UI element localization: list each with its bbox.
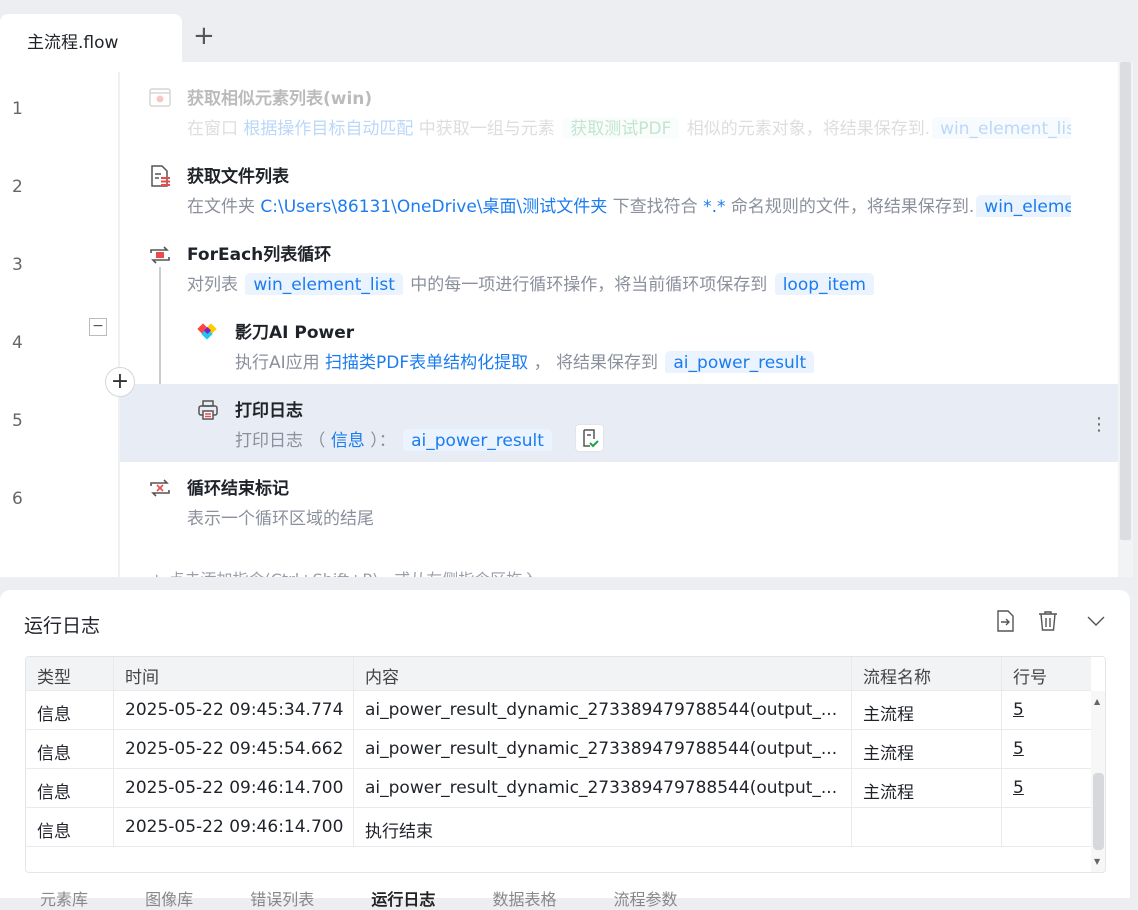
scroll-up-arrow-icon[interactable]: ▲	[1094, 697, 1100, 706]
tab-bar: 主流程.flow +	[0, 0, 1138, 62]
step-title: 循环结束标记	[187, 479, 289, 499]
cell-time: 2025-05-22 09:46:14.700	[114, 808, 354, 846]
tab-image-library[interactable]: 图像库	[145, 890, 193, 909]
trash-icon[interactable]	[1037, 610, 1059, 632]
window-element-icon	[149, 88, 171, 107]
step-row-selected[interactable]: 打印日志 打印日志 （ 信息 ）： ai_power_result	[120, 384, 1118, 462]
column-header: 行号	[1013, 668, 1047, 688]
editor-scrollbar-thumb[interactable]	[1120, 62, 1131, 540]
line-number: 2	[12, 177, 23, 197]
line-number: 1	[12, 99, 23, 119]
step-row[interactable]: 获取相似元素列表(win) 在窗口 根据操作目标自动匹配 中获取一组与元素 获取…	[120, 72, 1118, 150]
line-number: 4	[12, 333, 23, 353]
step-description: 表示一个循环区域的结尾	[187, 509, 374, 529]
step-title: 获取文件列表	[187, 167, 289, 187]
cell-flow	[852, 808, 1002, 846]
line-link[interactable]: 5	[1002, 730, 1091, 768]
table-row[interactable]: 信息 2025-05-22 09:45:34.774 ai_power_resu…	[26, 691, 1091, 730]
column-header: 类型	[26, 657, 114, 690]
file-list-icon	[151, 165, 170, 187]
step-description: 在窗口 根据操作目标自动匹配 中获取一组与元素 获取测试PDF 相似的元素对象，…	[187, 114, 1071, 139]
line-number: 5	[12, 411, 23, 431]
cell-type: 信息	[26, 730, 114, 768]
cell-time: 2025-05-22 09:46:14.700	[114, 769, 354, 807]
cell-content: ai_power_result_dynamic_273389479788544(…	[354, 769, 852, 807]
tab-element-library[interactable]: 元素库	[40, 890, 88, 909]
bottom-tabs: 元素库 图像库 错误列表 运行日志 数据表格 流程参数	[40, 886, 730, 910]
add-instruction-hint[interactable]: + 点击添加指令(Ctrl+Shift+P)，或从左侧指令区拖入	[150, 566, 538, 577]
step-title: 获取相似元素列表(win)	[187, 89, 373, 109]
cell-type: 信息	[26, 769, 114, 807]
table-header: 类型 时间 内容 流程名称 行号	[26, 657, 1091, 691]
loop-icon	[150, 246, 170, 264]
cell-flow: 主流程	[852, 769, 1002, 807]
plus-icon[interactable]: +	[193, 22, 215, 50]
cell-time: 2025-05-22 09:45:54.662	[114, 730, 354, 768]
cell-flow: 主流程	[852, 730, 1002, 768]
tab-main-flow[interactable]: 主流程.flow	[0, 14, 182, 62]
step-description: 打印日志 （ 信息 ）： ai_power_result	[235, 426, 1071, 451]
column-header: 内容	[354, 657, 852, 690]
step-description: 对列表 win_element_list 中的每一项进行循环操作，将当前循环项保…	[187, 270, 1071, 295]
line-link[interactable]: 5	[1002, 769, 1091, 807]
step-title: ForEach列表循环	[187, 245, 332, 265]
step-title: 影刀AI Power	[235, 323, 355, 343]
log-check-icon[interactable]	[575, 424, 604, 452]
tab-error-list[interactable]: 错误列表	[250, 890, 314, 909]
line-link[interactable]: 5	[1002, 691, 1091, 729]
step-row[interactable]: 获取文件列表 在文件夹 C:\Users\86131\OneDrive\桌面\测…	[120, 150, 1118, 228]
cell-flow: 主流程	[852, 691, 1002, 729]
cell-type: 信息	[26, 691, 114, 729]
cell-type: 信息	[26, 808, 114, 846]
collapse-toggle[interactable]: −	[89, 318, 107, 336]
chevron-down-icon[interactable]	[1086, 610, 1106, 632]
step-row[interactable]: 循环结束标记 表示一个循环区域的结尾	[120, 462, 1118, 540]
scroll-down-arrow-icon[interactable]: ▼	[1094, 857, 1100, 866]
page-scrollbar[interactable]	[1130, 577, 1138, 898]
panel-title: 运行日志	[24, 615, 101, 637]
export-icon[interactable]	[994, 610, 1016, 632]
ai-power-icon	[197, 323, 217, 340]
line-number: 6	[12, 489, 23, 509]
table-row[interactable]: 信息 2025-05-22 09:45:54.662 ai_power_resu…	[26, 730, 1091, 769]
log-table: 类型 时间 内容 流程名称 行号 信息 2025-05-22 09:45:34.…	[25, 656, 1106, 873]
loop-end-icon	[150, 479, 170, 497]
step-description: 在文件夹 C:\Users\86131\OneDrive\桌面\测试文件夹 下查…	[187, 192, 1071, 217]
tab-flow-params[interactable]: 流程参数	[614, 890, 678, 909]
step-row[interactable]: ForEach列表循环 对列表 win_element_list 中的每一项进行…	[120, 228, 1118, 306]
add-step-button[interactable]: +	[105, 367, 135, 397]
cell-content: ai_power_result_dynamic_273389479788544(…	[354, 691, 852, 729]
line-number: 3	[12, 255, 23, 275]
step-row[interactable]: 影刀AI Power 执行AI应用 扫描类PDF表单结构化提取 ， 将结果保存到…	[120, 306, 1118, 384]
table-row[interactable]: 信息 2025-05-22 09:46:14.700 执行结束	[26, 808, 1091, 847]
step-title: 打印日志	[235, 401, 303, 421]
tab-run-log[interactable]: 运行日志	[371, 890, 435, 909]
column-header: 时间	[114, 657, 354, 690]
printer-icon	[198, 400, 218, 420]
cell-content: ai_power_result_dynamic_273389479788544(…	[354, 730, 852, 768]
step-description: 执行AI应用 扫描类PDF表单结构化提取 ， 将结果保存到 ai_power_r…	[235, 348, 1071, 373]
flow-editor: 1 2 3 4 5 6 − 获取相似元素列表(win) 在窗口 根据操作目标自动…	[0, 62, 1118, 577]
column-header: 流程名称	[852, 657, 1002, 690]
cell-time: 2025-05-22 09:45:34.774	[114, 691, 354, 729]
cell-content: 执行结束	[354, 808, 852, 846]
cell-line	[1002, 808, 1091, 846]
tab-data-table[interactable]: 数据表格	[492, 890, 556, 909]
more-options-icon[interactable]: ⋮	[1090, 414, 1108, 435]
table-scrollbar-thumb[interactable]	[1093, 773, 1104, 850]
run-log-panel: 运行日志 类型 时间 内容 流程名称 行号 信息 2025-05-22 09:4…	[0, 590, 1130, 898]
table-row[interactable]: 信息 2025-05-22 09:46:14.700 ai_power_resu…	[26, 769, 1091, 808]
